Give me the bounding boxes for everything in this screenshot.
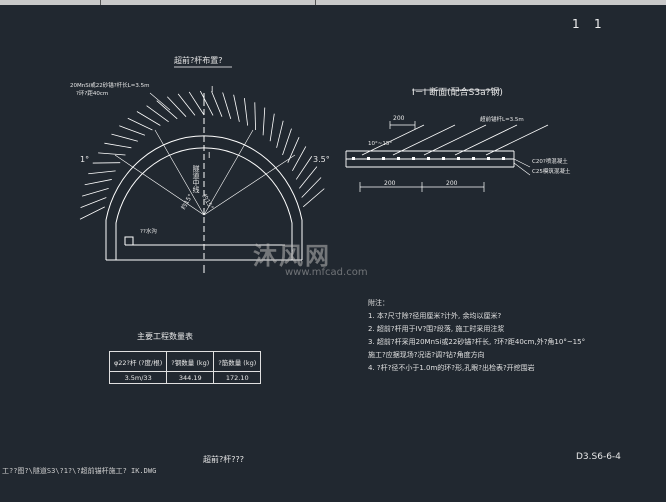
watermark-url: www.mfcad.com: [285, 267, 368, 278]
forepoling-bolt: [88, 170, 116, 175]
forepoling-bolt: [301, 177, 322, 198]
section-layer-2: C25模筑混凝土: [532, 169, 571, 175]
qty-cell: 3.5m/33: [108, 371, 168, 384]
floor-label: ??水沟: [140, 229, 157, 235]
section-mark-top: I: [211, 85, 214, 94]
callout-line-1: 20MnSi或22砂锚?杆长L=3.5m: [70, 83, 150, 89]
grout-point: [367, 157, 370, 160]
forepoling-bolt: [299, 166, 318, 189]
section-bolt: [361, 124, 425, 156]
note-item: 1. 本?尺寸除?径用厘米?计外, 余均以厘米?: [368, 312, 502, 320]
page-number-right: 1: [594, 17, 602, 31]
page-number-left: 1: [572, 17, 580, 31]
qty-table: φ22?杆 (?度/根) ?钢数量 (kg) ?筋数量 (kg) 3.5m/33…: [108, 351, 262, 384]
right-angle-label: 3.5°: [313, 155, 330, 164]
left-angle-label: 1°: [80, 155, 90, 164]
ditch-left: [124, 236, 134, 245]
forepoling-bolt: [243, 97, 249, 126]
section-dim-2: 200: [446, 180, 458, 187]
drawing-canvas[interactable]: 1 1 超前?杆布置? 20MnSi或22砂锚?杆长L=3.5m ?环?距40c…: [0, 5, 666, 465]
forepoling-bolt: [111, 133, 138, 142]
forepoling-bolt: [104, 142, 132, 149]
section-spacing-label: 200: [393, 115, 405, 122]
centerline-label: 隧道中线: [192, 165, 200, 193]
forepoling-bolt: [262, 107, 266, 136]
qty-cell: 172.10: [213, 371, 262, 384]
forepoling-bolt: [82, 187, 109, 197]
qty-cell: 344.19: [166, 371, 215, 384]
forepoling-bolt: [287, 137, 300, 163]
forepoling-bolt: [98, 152, 126, 156]
forepoling-bolt: [292, 146, 307, 172]
forepoling-bolt: [156, 100, 178, 120]
grout-point: [442, 157, 445, 160]
grout-point: [352, 157, 355, 160]
qty-header: φ22?杆 (?度/根): [108, 351, 168, 372]
forepoling-bolt: [211, 91, 223, 117]
grout-point: [382, 157, 385, 160]
forepoling-bolt: [119, 125, 146, 136]
forepoling-bolt: [282, 128, 292, 156]
forepoling-bolt: [188, 91, 205, 116]
drawing-number: D3.S6-6-4: [576, 452, 621, 462]
grout-point: [427, 157, 430, 160]
forepoling-bolt: [127, 117, 153, 131]
note-item: 4. ?杆?径不小于1.0m的环?形,孔眼?出检表?开挖围岩: [368, 364, 535, 372]
section-layer-1: C20?喷混凝土: [532, 159, 568, 165]
grout-point: [412, 157, 415, 160]
plan-title: 超前?杆布置?: [174, 56, 223, 65]
cad-drawing: [79, 66, 549, 273]
forepoling-bolt: [84, 179, 112, 186]
forepoling-bolt: [302, 188, 325, 208]
forepoling-bolt: [254, 102, 256, 131]
section-bolt-label: 超前锚杆L=3.5m: [480, 117, 524, 123]
grout-point: [502, 157, 505, 160]
forepoling-bolt: [233, 94, 240, 122]
section-bolts: [361, 124, 549, 156]
forepoling-bolt: [222, 92, 232, 119]
section-dim-1: 200: [384, 180, 396, 187]
callout-leader: [149, 92, 171, 111]
qty-header: ?筋数量 (kg): [213, 351, 262, 372]
forepoling-bolt: [79, 206, 105, 220]
section-grout-points: [352, 157, 505, 160]
spacing-dim: [389, 121, 416, 129]
grout-point: [487, 157, 490, 160]
notes-block: 附注： 1. 本?尺寸除?径用厘米?计外, 余均以厘米? 2. 超前?杆用于IV…: [368, 297, 658, 375]
grout-point: [457, 157, 460, 160]
forepoling-bolt: [269, 113, 275, 142]
note-item: 2. 超前?杆用于IV?围?段落, 施工时采用注浆: [368, 325, 505, 333]
section-bolt: [485, 124, 549, 156]
section-title: I－I 断面(配合S3a?钢): [412, 88, 503, 98]
section-bolt: [454, 124, 518, 156]
qty-table-title: 主要工程数量表: [137, 332, 193, 341]
section-angle-label: 10°~15°: [368, 141, 393, 147]
grout-point: [472, 157, 475, 160]
forepoling-bolt: [276, 120, 284, 148]
grout-point: [397, 157, 400, 160]
forepoling-bolt: [80, 197, 107, 209]
notes-heading: 附注：: [368, 299, 389, 307]
section-mark-bottom: I: [208, 151, 211, 160]
note-item: 3. 超前?杆采用20MnSi或22砂锚?杆长, ?环?距40cm,外?角10°…: [368, 338, 586, 346]
drawing-caption: 超前?杆???: [203, 455, 244, 464]
watermark-text: 沐风网: [253, 242, 331, 270]
file-path-bar: 工??图?\隧道S3\?1?\?超前锚杆施工? IK.DWG: [0, 466, 666, 476]
qty-header: ?钢数量 (kg): [166, 351, 215, 372]
section-bolt: [423, 124, 487, 156]
note-item: 施工?应据现场?况适?调?钻?角度方向: [368, 351, 485, 359]
section-bolt: [392, 124, 456, 156]
callout-line-2: ?环?距40cm: [76, 91, 109, 97]
layer-leaders: [513, 158, 531, 176]
